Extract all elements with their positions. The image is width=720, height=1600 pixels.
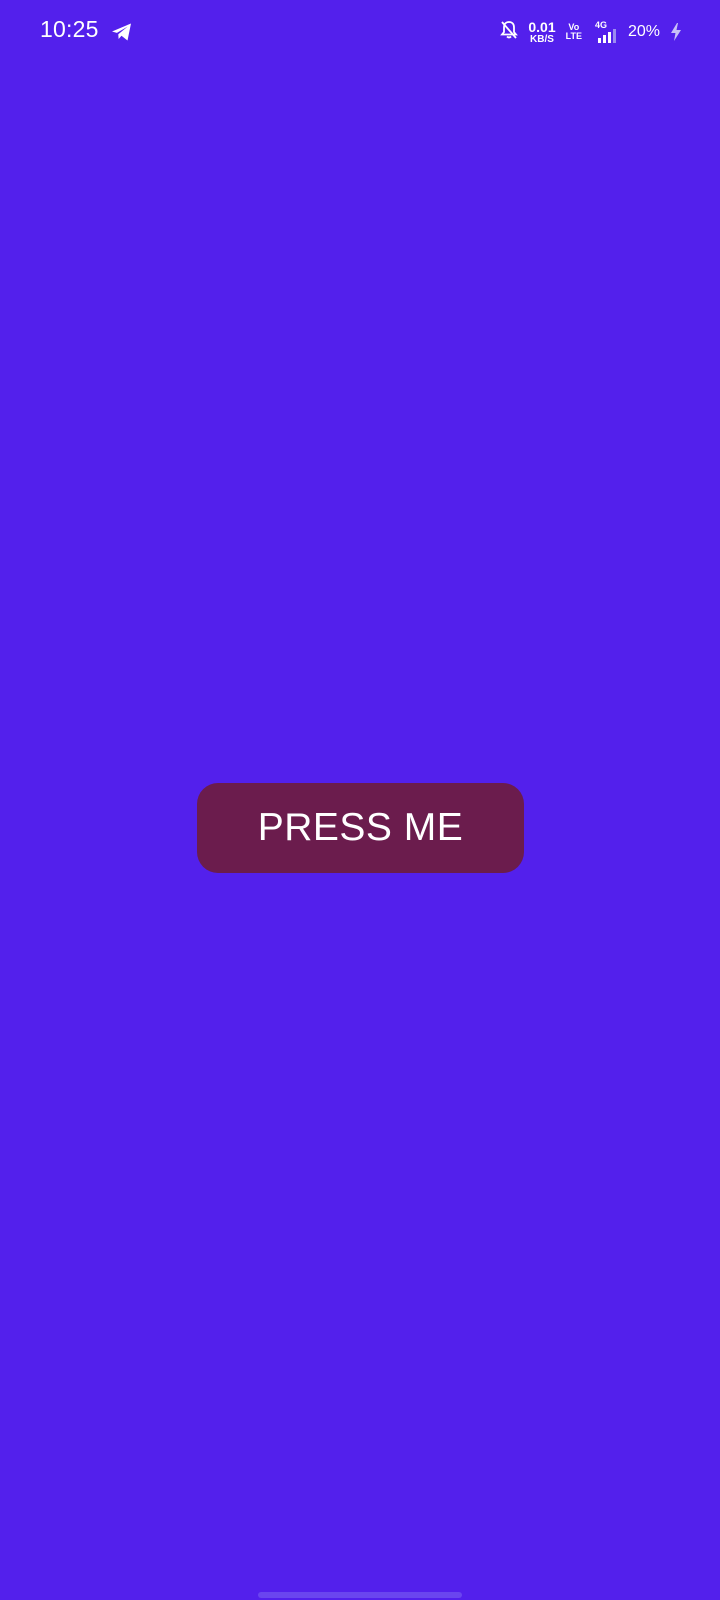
network-speed-value: 0.01 [528,18,556,35]
charging-bolt-icon [670,22,682,42]
network-speed: 0.01 KB/S [528,20,555,45]
bell-off-icon [500,20,519,45]
status-bar: 10:25 0.01 KB/S Vo LTE 4G 20% [0,0,720,64]
battery-percent: 20% [627,23,660,40]
volte-bottom: LTE [565,31,582,41]
volte-indicator: Vo LTE [566,23,582,41]
press-me-label: PRESS ME [257,806,464,849]
gesture-navigation-bar[interactable] [258,1592,462,1598]
network-speed-unit: KB/S [530,33,554,45]
status-icons: 0.01 KB/S Vo LTE 4G 20% [500,17,682,47]
signal-icon: 4G [592,21,618,43]
telegram-icon [110,20,134,44]
status-time: 10:25 [40,16,99,42]
press-me-button[interactable]: PRESS ME [197,783,524,873]
